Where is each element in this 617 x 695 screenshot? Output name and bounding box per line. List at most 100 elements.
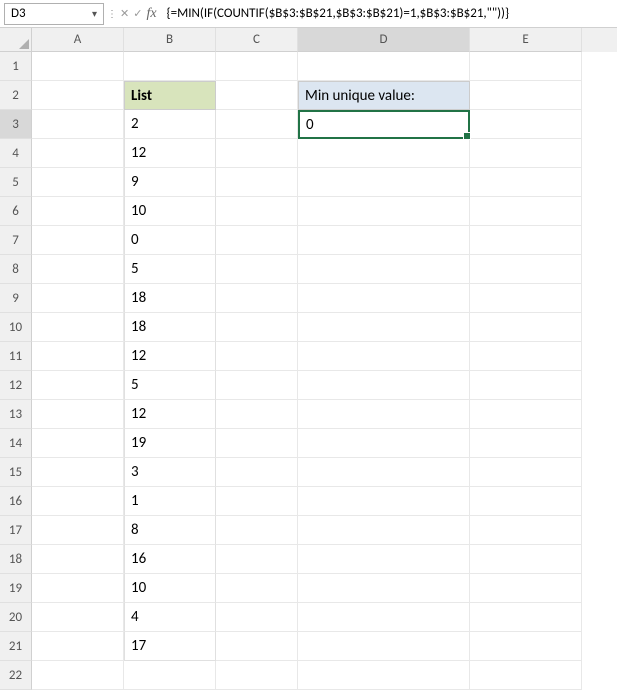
- list-data-cell[interactable]: 10: [124, 574, 216, 603]
- cell[interactable]: [32, 168, 124, 197]
- cell[interactable]: [298, 139, 470, 168]
- cell[interactable]: [298, 574, 470, 603]
- list-data-cell[interactable]: 2: [124, 110, 216, 139]
- cell[interactable]: [470, 226, 582, 255]
- cell[interactable]: [124, 52, 216, 81]
- list-data-cell[interactable]: 9: [124, 168, 216, 197]
- cell[interactable]: [124, 661, 216, 690]
- cell[interactable]: [298, 458, 470, 487]
- row-header-19[interactable]: 19: [0, 574, 32, 603]
- cell[interactable]: [470, 313, 582, 342]
- cell[interactable]: [298, 313, 470, 342]
- row-header-8[interactable]: 8: [0, 255, 32, 284]
- cell[interactable]: [32, 487, 124, 516]
- list-data-cell[interactable]: 12: [124, 342, 216, 371]
- list-data-cell[interactable]: 3: [124, 458, 216, 487]
- cell[interactable]: [470, 400, 582, 429]
- list-data-cell[interactable]: 16: [124, 545, 216, 574]
- row-header-14[interactable]: 14: [0, 429, 32, 458]
- cell[interactable]: [470, 81, 582, 110]
- cell[interactable]: [470, 516, 582, 545]
- chevron-down-icon[interactable]: ▾: [92, 7, 97, 20]
- name-box[interactable]: D3 ▾: [4, 3, 104, 25]
- cell[interactable]: [32, 603, 124, 632]
- list-data-cell[interactable]: 18: [124, 284, 216, 313]
- cell[interactable]: [216, 603, 298, 632]
- list-data-cell[interactable]: 0: [124, 226, 216, 255]
- cell[interactable]: [216, 371, 298, 400]
- cell[interactable]: [32, 400, 124, 429]
- cell[interactable]: [216, 139, 298, 168]
- list-data-cell[interactable]: 1: [124, 487, 216, 516]
- cell[interactable]: [470, 603, 582, 632]
- cell[interactable]: [216, 342, 298, 371]
- cell[interactable]: [216, 487, 298, 516]
- list-data-cell[interactable]: 5: [124, 371, 216, 400]
- cell[interactable]: [470, 487, 582, 516]
- row-header-3[interactable]: 3: [0, 110, 32, 139]
- cell[interactable]: [216, 226, 298, 255]
- cell[interactable]: [298, 226, 470, 255]
- select-all-corner[interactable]: [0, 28, 32, 52]
- col-header-d[interactable]: D: [298, 28, 470, 52]
- cell[interactable]: [470, 139, 582, 168]
- cell[interactable]: [32, 371, 124, 400]
- list-data-cell[interactable]: 12: [124, 400, 216, 429]
- cell[interactable]: [216, 632, 298, 661]
- cell[interactable]: [470, 371, 582, 400]
- output-header-cell[interactable]: Min unique value:: [298, 81, 470, 110]
- cell[interactable]: [216, 429, 298, 458]
- cell[interactable]: [470, 632, 582, 661]
- row-header-6[interactable]: 6: [0, 197, 32, 226]
- row-header-20[interactable]: 20: [0, 603, 32, 632]
- cell[interactable]: [216, 516, 298, 545]
- cell[interactable]: [32, 284, 124, 313]
- cell[interactable]: [32, 458, 124, 487]
- cell[interactable]: [298, 545, 470, 574]
- formula-input[interactable]: [161, 6, 613, 21]
- cell[interactable]: [216, 574, 298, 603]
- col-header-b[interactable]: B: [124, 28, 216, 52]
- cell[interactable]: [470, 458, 582, 487]
- row-header-18[interactable]: 18: [0, 545, 32, 574]
- cell[interactable]: [298, 284, 470, 313]
- list-data-cell[interactable]: 10: [124, 197, 216, 226]
- cell[interactable]: [298, 255, 470, 284]
- cell[interactable]: [298, 342, 470, 371]
- row-header-1[interactable]: 1: [0, 52, 32, 81]
- list-data-cell[interactable]: 5: [124, 255, 216, 284]
- list-data-cell[interactable]: 4: [124, 603, 216, 632]
- cell[interactable]: [298, 371, 470, 400]
- list-header-cell[interactable]: List: [124, 81, 216, 110]
- cell[interactable]: [32, 313, 124, 342]
- cell[interactable]: [32, 661, 124, 690]
- row-header-4[interactable]: 4: [0, 139, 32, 168]
- cell[interactable]: [216, 458, 298, 487]
- cell[interactable]: [470, 52, 582, 81]
- cell[interactable]: [470, 110, 582, 139]
- cell[interactable]: [298, 52, 470, 81]
- cell[interactable]: [32, 52, 124, 81]
- row-header-5[interactable]: 5: [0, 168, 32, 197]
- cell[interactable]: [470, 197, 582, 226]
- row-header-21[interactable]: 21: [0, 632, 32, 661]
- cell[interactable]: [470, 574, 582, 603]
- cell[interactable]: [216, 661, 298, 690]
- cell[interactable]: [32, 226, 124, 255]
- cell[interactable]: [470, 284, 582, 313]
- row-header-17[interactable]: 17: [0, 516, 32, 545]
- list-data-cell[interactable]: 17: [124, 632, 216, 661]
- list-data-cell[interactable]: 8: [124, 516, 216, 545]
- cell[interactable]: [470, 661, 582, 690]
- cell[interactable]: [32, 516, 124, 545]
- cell[interactable]: [32, 110, 124, 139]
- cell[interactable]: [298, 487, 470, 516]
- cell[interactable]: [216, 284, 298, 313]
- cell[interactable]: [32, 255, 124, 284]
- cell[interactable]: [298, 632, 470, 661]
- cell[interactable]: [298, 197, 470, 226]
- cell[interactable]: [216, 255, 298, 284]
- cell[interactable]: [216, 81, 298, 110]
- cell[interactable]: [32, 632, 124, 661]
- list-data-cell[interactable]: 12: [124, 139, 216, 168]
